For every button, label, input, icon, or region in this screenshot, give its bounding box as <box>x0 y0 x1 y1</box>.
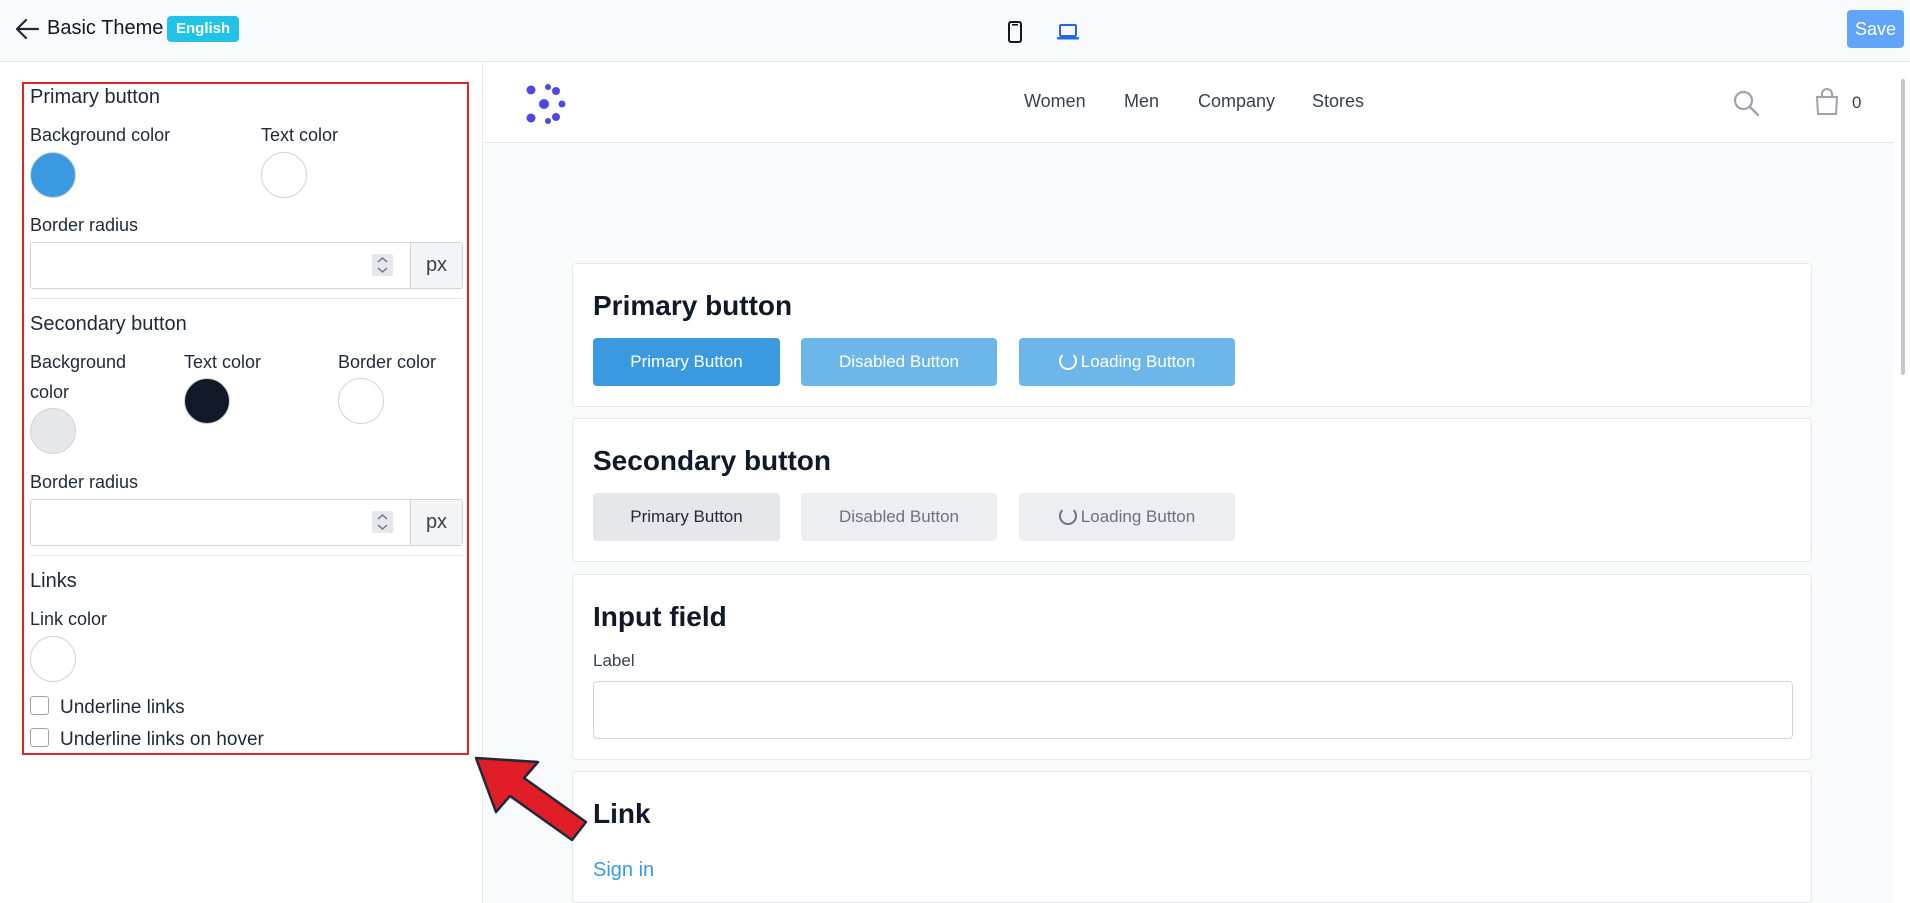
desktop-device-icon[interactable] <box>1056 22 1080 42</box>
primary-loading-button-preview[interactable]: Loading Button <box>1019 338 1235 386</box>
secondary-bg-color-swatch[interactable] <box>30 408 76 454</box>
links-heading: Links <box>30 570 77 592</box>
secondary-bg-color-label-line1: Background <box>30 352 127 372</box>
link-color-label: Link color <box>30 609 108 629</box>
primary-text-color-swatch[interactable] <box>261 152 307 198</box>
top-bar: Basic Theme English Save <box>0 0 1910 62</box>
link-card: Link Sign in <box>572 771 1812 903</box>
text-input-preview[interactable] <box>593 681 1793 739</box>
underline-hover-label: Underline links on hover <box>60 729 264 750</box>
secondary-card-title: Secondary button <box>593 445 832 476</box>
secondary-button-preview[interactable]: Primary Button <box>593 493 780 541</box>
secondary-border-color-label: Border color <box>338 352 437 372</box>
primary-border-radius-group: px <box>30 242 463 289</box>
primary-button-card: Primary button Primary Button Disabled B… <box>572 263 1812 407</box>
secondary-bg-color-label-line2: color <box>30 382 70 402</box>
red-arrow-icon <box>474 756 588 842</box>
input-card-title: Input field <box>593 601 727 632</box>
spinner-icon <box>1058 507 1077 525</box>
preview-area: Women Men Company Stores 0 Primary butto… <box>484 63 1910 903</box>
spinner-icon <box>1058 352 1077 370</box>
search-icon[interactable] <box>1732 89 1760 117</box>
primary-bg-color-label: Background color <box>30 125 171 145</box>
primary-card-title: Primary button <box>593 290 793 321</box>
input-label: Label <box>593 651 635 670</box>
underline-links-checkbox[interactable] <box>30 696 49 715</box>
language-badge[interactable]: English <box>167 16 240 42</box>
primary-disabled-button-preview[interactable]: Disabled Button <box>801 338 997 386</box>
primary-bg-color-swatch[interactable] <box>30 152 76 198</box>
secondary-button-heading: Secondary button <box>30 313 187 335</box>
store-header: Women Men Company Stores 0 <box>484 63 1894 143</box>
save-button[interactable]: Save <box>1847 10 1904 48</box>
px-unit-label: px <box>410 243 462 288</box>
preview-scrollbar[interactable] <box>1894 63 1910 903</box>
nav-company[interactable]: Company <box>1198 91 1275 112</box>
underline-links-label: Underline links <box>60 697 185 718</box>
primary-button-preview[interactable]: Primary Button <box>593 338 780 386</box>
spinner-arrows-icon[interactable] <box>372 254 393 276</box>
shopping-bag-icon[interactable] <box>1814 88 1840 116</box>
primary-border-radius-input[interactable] <box>31 243 411 288</box>
primary-text-color-label: Text color <box>261 125 339 145</box>
primary-button-heading: Primary button <box>30 86 161 108</box>
primary-border-radius-label: Border radius <box>30 215 139 235</box>
secondary-text-color-label: Text color <box>184 352 262 372</box>
link-card-title: Link <box>593 798 651 829</box>
secondary-border-radius-label: Border radius <box>30 472 139 492</box>
secondary-border-radius-input[interactable] <box>31 500 411 545</box>
mobile-device-icon[interactable] <box>1007 21 1023 43</box>
secondary-text-color-swatch[interactable] <box>184 378 230 424</box>
px-unit-label: px <box>410 500 462 545</box>
logo-icon[interactable] <box>522 82 566 126</box>
secondary-button-card: Secondary button Primary Button Disabled… <box>572 418 1812 562</box>
back-arrow-icon[interactable] <box>12 14 42 44</box>
divider <box>30 298 463 299</box>
divider <box>30 555 463 556</box>
link-color-swatch[interactable] <box>30 636 76 682</box>
nav-men[interactable]: Men <box>1124 91 1159 112</box>
underline-hover-checkbox[interactable] <box>30 728 49 747</box>
page-title: Basic Theme <box>47 17 164 39</box>
secondary-border-color-swatch[interactable] <box>338 378 384 424</box>
scrollbar-thumb[interactable] <box>1901 79 1905 375</box>
cart-count: 0 <box>1852 93 1862 112</box>
secondary-loading-button-preview[interactable]: Loading Button <box>1019 493 1235 541</box>
input-field-card: Input field Label <box>572 574 1812 760</box>
spinner-arrows-icon[interactable] <box>372 511 393 533</box>
secondary-disabled-button-preview[interactable]: Disabled Button <box>801 493 997 541</box>
sign-in-link[interactable]: Sign in <box>593 859 654 882</box>
highlight-box <box>22 82 469 755</box>
nav-women[interactable]: Women <box>1024 91 1086 112</box>
secondary-border-radius-group: px <box>30 499 463 546</box>
nav-stores[interactable]: Stores <box>1312 91 1364 112</box>
